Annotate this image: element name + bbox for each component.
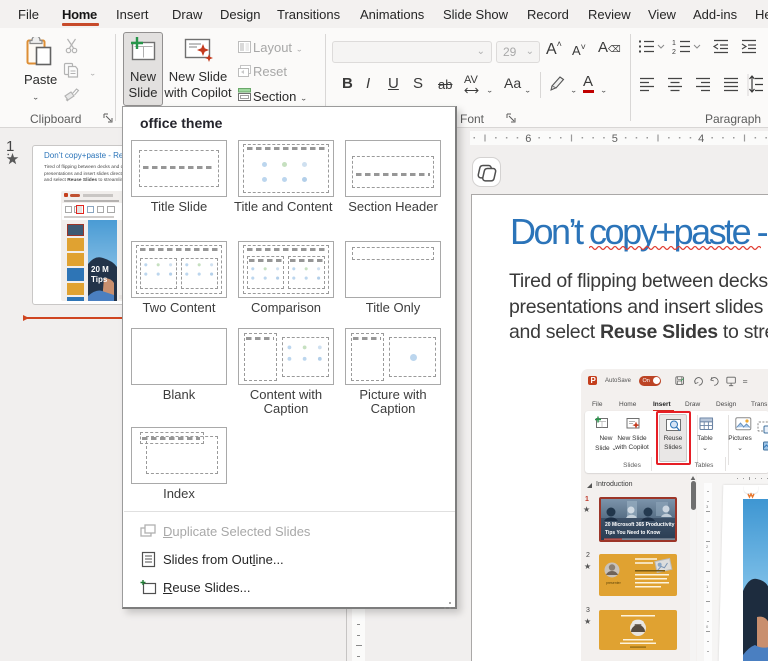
svg-text:Tips You Need to Know: Tips You Need to Know bbox=[605, 530, 660, 536]
svg-text:1: 1 bbox=[706, 584, 709, 589]
svg-text:Tips: Tips bbox=[91, 275, 108, 284]
svg-text:2: 2 bbox=[706, 544, 709, 549]
svg-text:1: 1 bbox=[672, 40, 676, 47]
svg-text:20 M: 20 M bbox=[91, 265, 109, 274]
svg-text:5: 5 bbox=[612, 133, 618, 145]
svg-text:6: 6 bbox=[525, 133, 531, 145]
svg-text:4: 4 bbox=[698, 133, 704, 145]
svg-text:20 Microsoft 365 Productivity: 20 Microsoft 365 Productivity bbox=[605, 522, 675, 528]
svg-text:presenter: presenter bbox=[606, 581, 622, 585]
svg-text:0: 0 bbox=[706, 624, 709, 629]
svg-text:3: 3 bbox=[706, 504, 709, 509]
svg-text:2: 2 bbox=[672, 49, 676, 56]
